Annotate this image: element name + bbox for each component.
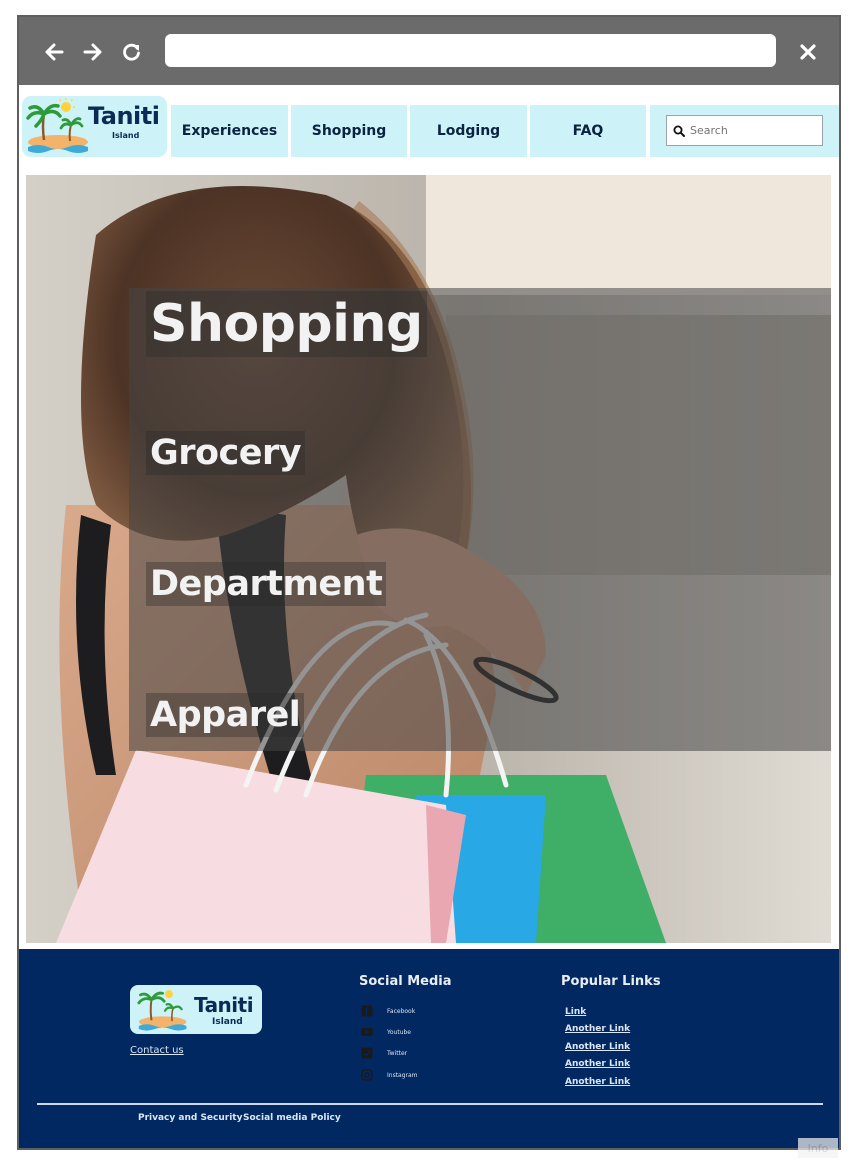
reload-icon	[123, 43, 140, 61]
social-label: Facebook	[387, 1007, 416, 1015]
browser-toolbar	[19, 17, 839, 85]
logo-name: Taniti	[88, 102, 160, 130]
footer-logo[interactable]: Taniti Island	[130, 985, 262, 1034]
logo-subtitle: Island	[112, 131, 140, 140]
search-area	[650, 105, 839, 157]
back-button[interactable]	[41, 39, 67, 65]
instagram-icon	[361, 1069, 373, 1081]
popular-link[interactable]: Another Link	[565, 1077, 630, 1087]
nav-tab-lodging[interactable]: Lodging	[410, 105, 527, 157]
social-link-youtube[interactable]: Youtube	[361, 1026, 411, 1038]
site-footer: Taniti Island Contact us Social Media Fa…	[19, 949, 839, 1148]
search-input[interactable]	[690, 124, 818, 137]
address-bar[interactable]	[165, 34, 776, 67]
youtube-icon	[361, 1026, 373, 1038]
hero-title: Shopping	[146, 291, 427, 357]
nav-tab-shopping[interactable]: Shopping	[291, 105, 407, 157]
arrow-left-icon	[45, 43, 64, 61]
social-label: Youtube	[387, 1028, 411, 1036]
popular-links-heading: Popular Links	[561, 974, 661, 989]
social-label: Instagram	[387, 1071, 418, 1079]
popular-link[interactable]: Another Link	[565, 1024, 630, 1034]
hero-link-apparel[interactable]: Apparel	[146, 693, 305, 737]
hero-link-department[interactable]: Department	[146, 562, 387, 606]
nav-tab-faq[interactable]: FAQ	[530, 105, 646, 157]
facebook-icon	[361, 1005, 373, 1017]
palm-island-icon	[26, 98, 88, 153]
popular-link[interactable]: Link	[565, 1007, 586, 1017]
footer-logo-subtitle: Island	[212, 1017, 243, 1027]
close-icon	[800, 44, 816, 60]
footer-logo-name: Taniti	[194, 993, 254, 1017]
contact-us-link[interactable]: Contact us	[130, 1045, 184, 1056]
info-tag: Info	[798, 1138, 838, 1158]
browser-window: Taniti Island Experiences Shopping Lodgi…	[17, 15, 841, 1150]
privacy-security-link[interactable]: Privacy and Security	[138, 1113, 242, 1123]
site-header: Taniti Island Experiences Shopping Lodgi…	[19, 95, 839, 159]
social-link-instagram[interactable]: Instagram	[361, 1069, 418, 1081]
social-media-policy-link[interactable]: Social media Policy	[243, 1113, 341, 1123]
hero-overlay	[129, 288, 831, 751]
hero-banner: Shopping Grocery Department Apparel	[26, 175, 831, 943]
social-link-facebook[interactable]: Facebook	[361, 1005, 415, 1017]
footer-divider	[37, 1103, 823, 1105]
forward-button[interactable]	[80, 39, 106, 65]
popular-link[interactable]: Another Link	[565, 1042, 630, 1052]
reload-button[interactable]	[119, 39, 145, 65]
social-label: Twitter	[387, 1049, 408, 1057]
nav-tab-experiences[interactable]: Experiences	[171, 105, 288, 157]
popular-link[interactable]: Another Link	[565, 1059, 630, 1069]
hero-link-grocery[interactable]: Grocery	[146, 431, 306, 475]
site-logo[interactable]: Taniti Island	[22, 96, 167, 157]
close-window-button[interactable]	[793, 37, 823, 67]
twitter-icon	[361, 1047, 373, 1059]
search-icon	[673, 125, 685, 137]
palm-island-icon	[137, 990, 187, 1031]
social-link-twitter[interactable]: Twitter	[361, 1047, 407, 1059]
social-media-heading: Social Media	[359, 974, 452, 989]
search-field[interactable]	[666, 115, 823, 146]
arrow-right-icon	[83, 43, 102, 61]
